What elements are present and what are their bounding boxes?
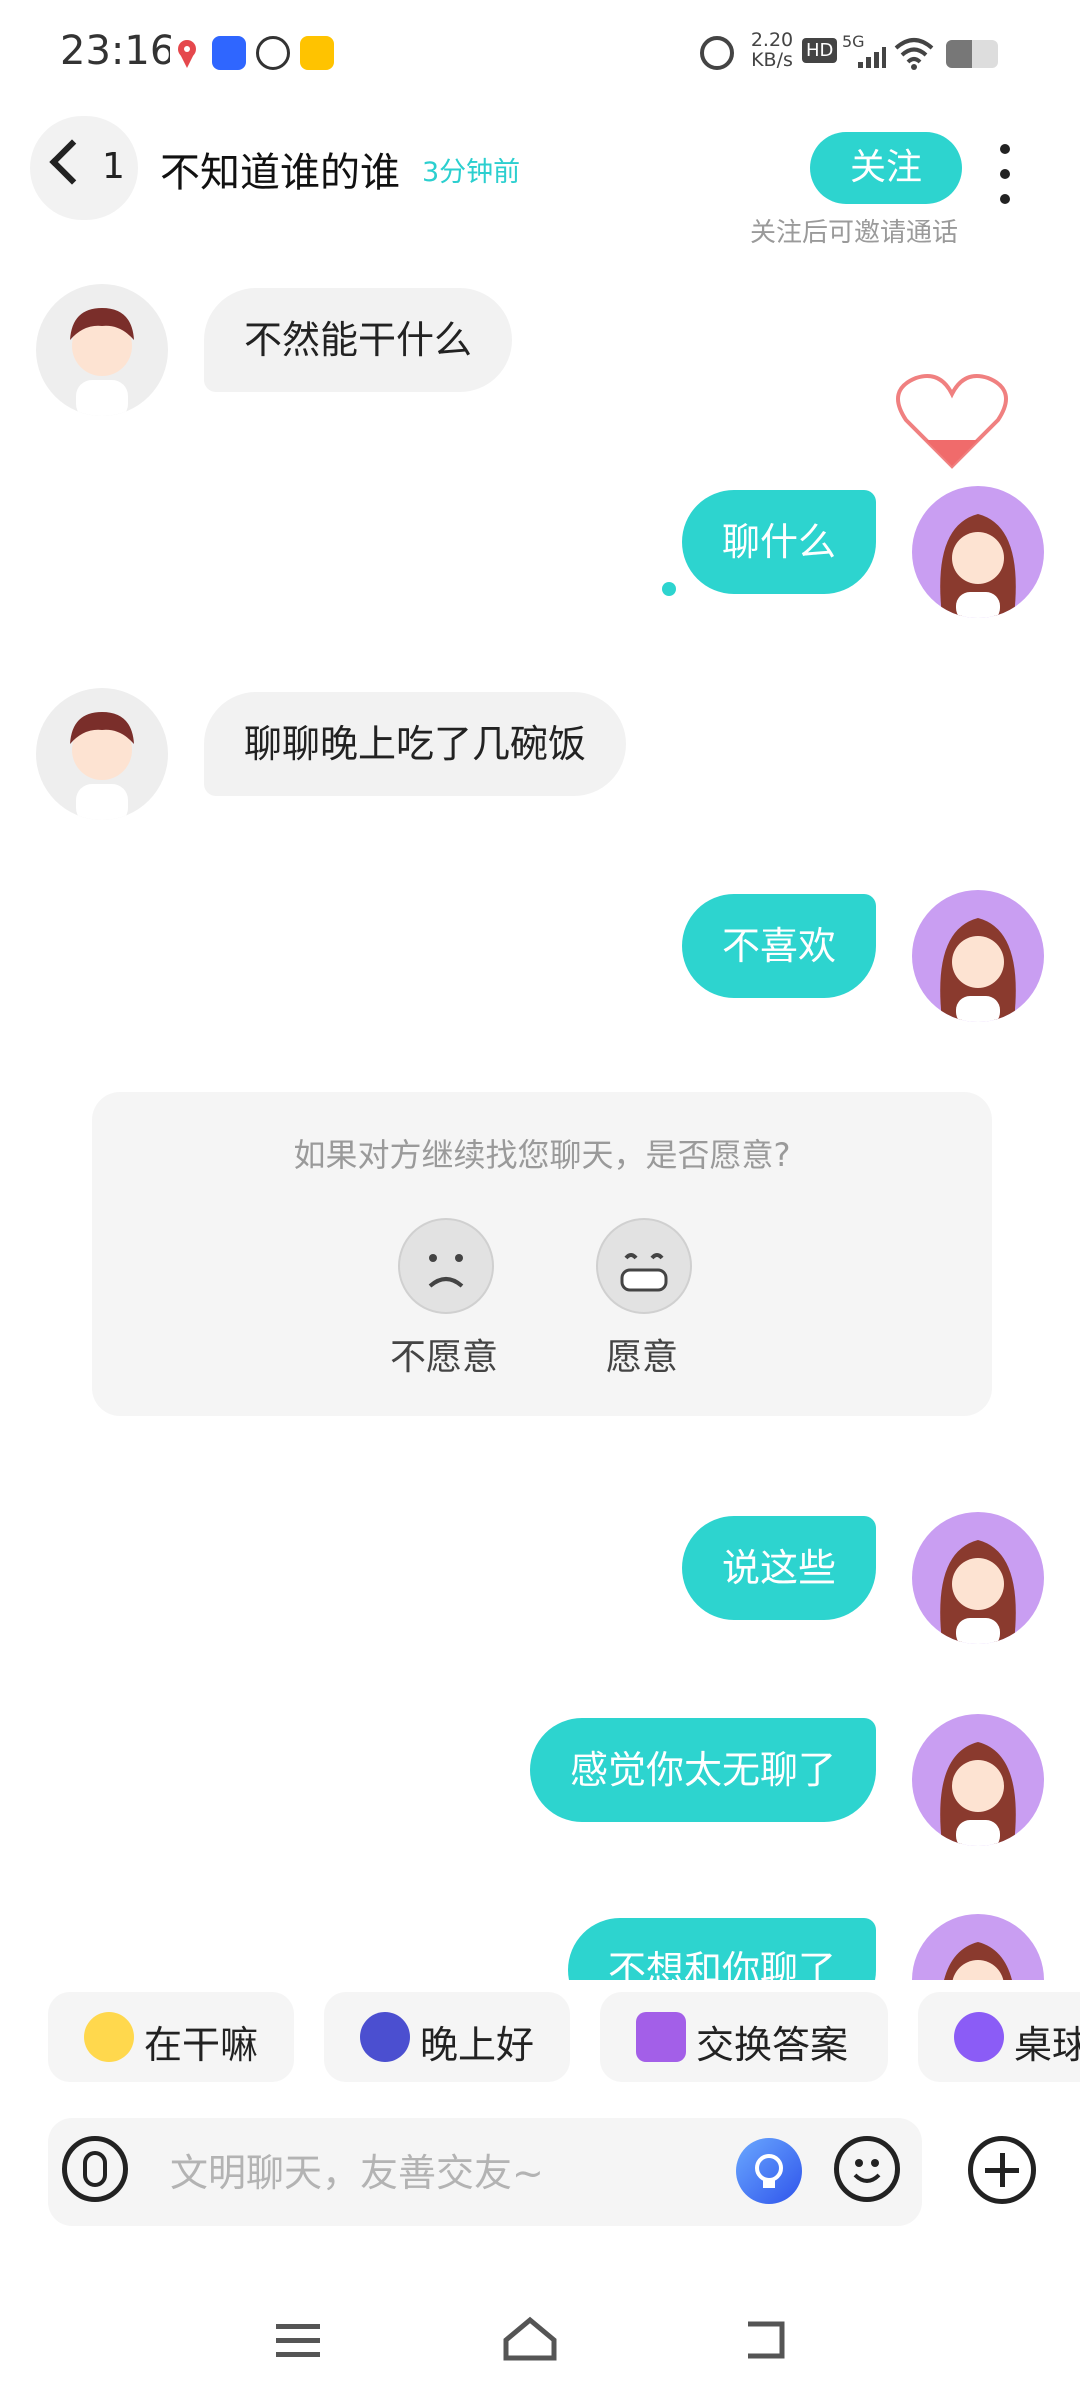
- read-indicator-dot: [662, 582, 676, 596]
- billiard-ball-icon: [954, 2012, 1004, 2062]
- hd-badge: HD: [802, 38, 838, 63]
- heart-icon[interactable]: [892, 368, 1012, 476]
- quick-reply-chip[interactable]: 在干嘛: [48, 1992, 294, 2082]
- message-outgoing[interactable]: 聊什么: [681, 490, 876, 594]
- more-options-icon[interactable]: [990, 144, 1020, 204]
- option-willing[interactable]: 愿意: [542, 1328, 742, 1380]
- follow-hint: 关注后可邀请通话: [750, 218, 959, 248]
- message-outgoing[interactable]: 不想和你聊了: [567, 1918, 876, 1980]
- my-avatar[interactable]: [912, 1714, 1044, 1846]
- message-outgoing[interactable]: 感觉你太无聊了: [529, 1718, 876, 1822]
- my-avatar[interactable]: [912, 1914, 1044, 1980]
- status-time: 23:16: [60, 28, 176, 74]
- home-icon[interactable]: [500, 2310, 560, 2370]
- chat-app-icon: [212, 36, 246, 70]
- network-speed: 2.20 KB/s: [750, 29, 794, 71]
- contact-avatar[interactable]: [36, 284, 168, 416]
- menu-icon[interactable]: [268, 2310, 328, 2370]
- message-input-bar: [48, 2118, 922, 2226]
- quick-reply-chip[interactable]: 晚上好: [324, 1992, 570, 2082]
- contact-avatar[interactable]: [36, 688, 168, 820]
- quick-reply-chip[interactable]: 交换答案: [600, 1992, 888, 2082]
- voice-input-icon[interactable]: [62, 2136, 128, 2202]
- willingness-survey-card: 如果对方继续找您聊天，是否愿意? 不愿意 愿意: [92, 1092, 992, 1416]
- back-button[interactable]: 1: [30, 116, 138, 220]
- thinking-emoji-icon: [84, 2012, 134, 2062]
- survey-question: 如果对方继续找您聊天，是否愿意?: [293, 1136, 791, 1174]
- map-pin-icon: [170, 36, 204, 70]
- message-outgoing[interactable]: 不喜欢: [681, 894, 876, 998]
- sad-face-icon[interactable]: [398, 1218, 494, 1314]
- status-bar: 23:16 2.20 KB/s HD 5G: [0, 0, 1080, 100]
- last-seen: 3分钟前: [422, 157, 521, 188]
- message-input[interactable]: [168, 2142, 732, 2204]
- ai-assist-icon[interactable]: [736, 2138, 802, 2204]
- follow-button[interactable]: 关注: [810, 132, 962, 204]
- wifi-icon: [894, 36, 934, 74]
- battery-icon: [946, 40, 998, 68]
- plus-icon[interactable]: [968, 2136, 1036, 2204]
- my-avatar[interactable]: [912, 486, 1044, 618]
- message-incoming[interactable]: 不然能干什么: [204, 288, 513, 392]
- my-avatar[interactable]: [912, 890, 1044, 1022]
- meituan-icon: [300, 36, 334, 70]
- chevron-left-icon: [49, 139, 95, 185]
- back-nav-icon[interactable]: [734, 2310, 794, 2370]
- signal-icon: 5G: [842, 32, 886, 72]
- chat-area[interactable]: 不然能干什么 聊什么 聊聊晚上吃了几碗饭 不喜欢 如果对方继续找您聊天，是否愿意…: [0, 260, 1080, 1980]
- message-incoming[interactable]: 聊聊晚上吃了几碗饭: [204, 692, 627, 796]
- quick-reply-chip[interactable]: 桌球: [918, 1992, 1080, 2082]
- swap-icon: [636, 2012, 686, 2062]
- night-moon-icon: [360, 2012, 410, 2062]
- grin-face-icon[interactable]: [596, 1218, 692, 1314]
- speedometer-icon: [256, 36, 290, 70]
- unread-count: 1: [102, 146, 125, 187]
- contact-name[interactable]: 不知道谁的谁: [160, 140, 400, 198]
- my-avatar[interactable]: [912, 1512, 1044, 1644]
- message-outgoing[interactable]: 说这些: [681, 1516, 876, 1620]
- emoji-icon[interactable]: [834, 2136, 900, 2202]
- alarm-icon: [700, 36, 734, 70]
- option-unwilling[interactable]: 不愿意: [344, 1328, 544, 1380]
